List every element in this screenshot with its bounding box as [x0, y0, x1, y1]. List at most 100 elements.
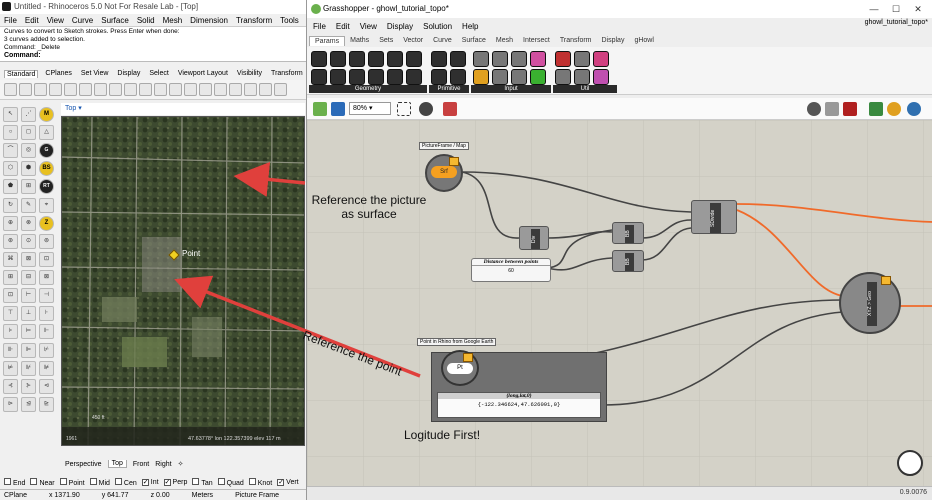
gh-menu-file[interactable]: File [313, 22, 326, 31]
rhino-command-area[interactable]: Curves to convert to Sketch strokes. Pre… [0, 26, 306, 62]
viewport-title[interactable]: Top ▾ [61, 103, 305, 115]
tool-icon[interactable]: ⊠ [21, 251, 36, 267]
param-icon[interactable] [511, 69, 527, 85]
param-icon[interactable] [473, 51, 489, 67]
badge-tool-icon[interactable]: Z [39, 215, 54, 231]
tool-icon[interactable]: ⊤ [3, 306, 18, 322]
picture-frame-param[interactable]: Srf [425, 154, 463, 192]
tool-icon[interactable]: ⊞ [21, 179, 36, 195]
tool-icon[interactable]: ○ [3, 125, 18, 141]
tool-icon[interactable]: ⊱ [21, 378, 36, 394]
param-icon[interactable] [593, 69, 609, 85]
standard-tool-icon[interactable] [109, 83, 122, 96]
standard-tool-icon[interactable] [229, 83, 242, 96]
standard-tool-icon[interactable] [64, 83, 77, 96]
osnap-near[interactable]: Near [30, 477, 55, 487]
zoom-dropdown[interactable]: 80% ▾ [349, 102, 391, 115]
zoom-extents-icon[interactable] [397, 102, 411, 116]
tool-icon[interactable]: ⌖ [39, 197, 54, 213]
param-icon[interactable] [387, 51, 403, 67]
param-icon[interactable] [530, 69, 546, 85]
gh-menu-solution[interactable]: Solution [423, 22, 452, 31]
badge-tool-icon[interactable]: M [39, 107, 54, 122]
gh-tab-ghowl[interactable]: gHowl [629, 36, 658, 45]
selected-only-icon[interactable] [869, 102, 883, 116]
tool-icon[interactable]: ⊛ [3, 233, 18, 249]
standard-tool-icon[interactable] [244, 83, 257, 96]
standard-tool-icon[interactable] [34, 83, 47, 96]
tool-icon[interactable]: ⊵ [39, 396, 54, 412]
standard-tool-icon[interactable] [49, 83, 62, 96]
tool-icon[interactable]: ⊰ [3, 378, 18, 394]
param-icon[interactable] [530, 51, 546, 67]
tool-icon[interactable]: ↻ [3, 197, 18, 213]
tool-icon[interactable]: ↖ [3, 107, 18, 122]
osnap-quad[interactable]: Quad [217, 477, 244, 487]
tool-icon[interactable]: ⬢ [21, 161, 36, 177]
param-icon[interactable] [368, 69, 384, 85]
rhino-menu-curve[interactable]: Curve [72, 16, 93, 25]
tool-icon[interactable]: ⊳ [3, 396, 18, 412]
standard-tool-icon[interactable] [169, 83, 182, 96]
tool-icon[interactable]: ◻ [21, 125, 36, 141]
divide-component[interactable]: Div [519, 226, 549, 250]
viewport-menu-caret-icon[interactable]: ▾ [78, 105, 82, 112]
param-icon[interactable] [330, 69, 346, 85]
rhino-menu-file[interactable]: File [4, 16, 17, 25]
standard-tool-icon[interactable] [124, 83, 137, 96]
gh-canvas[interactable]: PictureFrame / Map Srf Div BB BB SDivide… [307, 120, 932, 486]
osnap-checkbox[interactable] [192, 477, 200, 485]
gh-tab-params[interactable]: Params [309, 35, 346, 46]
command-prompt[interactable]: Command: [4, 52, 302, 60]
maximize-button[interactable]: ☐ [885, 0, 907, 18]
param-icon[interactable] [492, 69, 508, 85]
gh-tab-display[interactable]: Display [597, 36, 630, 45]
rhino-top-viewport[interactable]: Point 1961 450 ft 47.63778° lon 122.3573… [61, 116, 305, 446]
badge-tool-icon[interactable]: RT [39, 179, 54, 195]
display-options-icon[interactable] [907, 102, 921, 116]
rhino-menu-tools[interactable]: Tools [280, 16, 299, 25]
tool-icon[interactable]: ⌒ [3, 143, 18, 159]
badge-tool-icon[interactable]: G [39, 143, 54, 159]
rhino-menu-solid[interactable]: Solid [137, 16, 155, 25]
param-icon[interactable] [492, 51, 508, 67]
tool-icon[interactable]: ⬡ [3, 161, 18, 177]
standard-tool-icon[interactable] [139, 83, 152, 96]
toolbar-tab-viewport-layout[interactable]: Viewport Layout [176, 70, 230, 77]
param-icon[interactable] [387, 69, 403, 85]
param-icon[interactable] [450, 69, 466, 85]
tool-icon[interactable]: ⊬ [39, 342, 54, 358]
param-icon[interactable] [349, 69, 365, 85]
tool-icon[interactable]: ⊠ [39, 270, 54, 285]
rhino-menu-surface[interactable]: Surface [101, 16, 129, 25]
gh-tab-curve[interactable]: Curve [428, 36, 457, 45]
standard-tool-icon[interactable] [154, 83, 167, 96]
param-icon[interactable] [555, 69, 571, 85]
tool-icon[interactable]: △ [39, 125, 54, 141]
param-icon[interactable] [574, 51, 590, 67]
gh-tab-maths[interactable]: Maths [345, 36, 374, 45]
tool-icon[interactable]: ⊭ [3, 360, 18, 376]
standard-tool-icon[interactable] [259, 83, 272, 96]
minimize-button[interactable]: — [863, 0, 885, 18]
osnap-checkbox[interactable] [114, 477, 122, 485]
osnap-perp[interactable]: Perp [163, 478, 187, 486]
param-icon[interactable] [406, 51, 422, 67]
rhino-menu-dimension[interactable]: Dimension [190, 16, 228, 25]
xyz-to-geo-component[interactable]: XYZ > Geo [839, 272, 901, 334]
tool-icon[interactable]: ⊢ [21, 288, 36, 304]
param-icon[interactable] [574, 69, 590, 85]
osnap-checkbox[interactable] [217, 477, 225, 485]
osnap-mid[interactable]: Mid [89, 477, 110, 487]
status-field[interactable]: CPlane [4, 492, 27, 499]
rhino-menu-transform[interactable]: Transform [236, 16, 272, 25]
preview-mode-icon[interactable] [807, 102, 821, 116]
tool-icon[interactable]: ⌘ [3, 251, 18, 267]
osnap-cen[interactable]: Cen [114, 477, 137, 487]
sketch-icon[interactable] [443, 102, 457, 116]
tool-icon[interactable]: ⊨ [21, 324, 36, 340]
param-icon[interactable] [406, 69, 422, 85]
gh-menu-help[interactable]: Help [462, 22, 478, 31]
tool-icon[interactable]: ⊞ [3, 270, 18, 285]
solver-status-icon[interactable] [897, 450, 923, 476]
